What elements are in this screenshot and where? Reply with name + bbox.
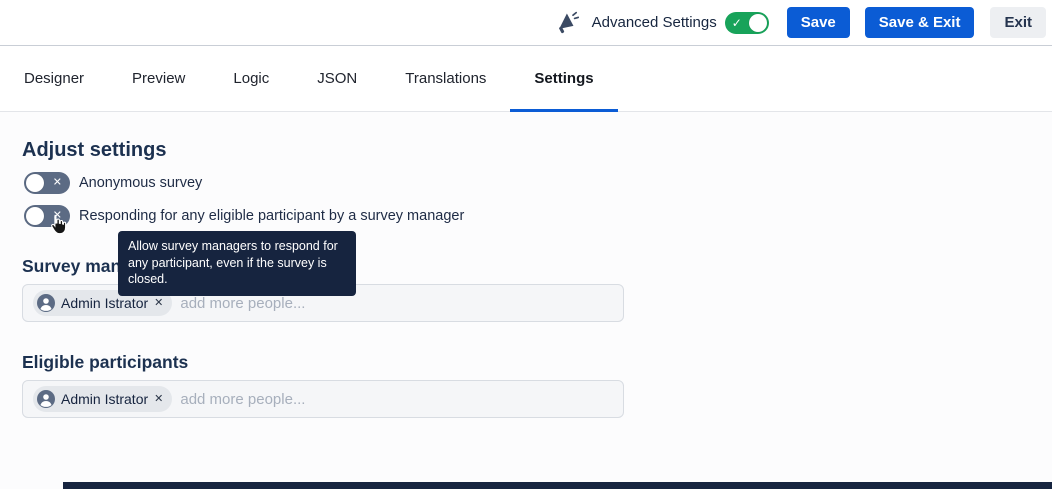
toggle-knob bbox=[26, 174, 44, 192]
tab-settings[interactable]: Settings bbox=[510, 46, 617, 111]
hand-pointer-icon bbox=[47, 214, 69, 236]
anonymous-survey-row: ✕ Anonymous survey bbox=[24, 172, 202, 194]
person-icon bbox=[37, 390, 55, 408]
person-tag-name: Admin Istrator bbox=[61, 391, 148, 407]
horizontal-scrollbar-thumb[interactable] bbox=[63, 482, 1052, 489]
save-and-exit-button[interactable]: Save & Exit bbox=[865, 7, 975, 38]
person-tag: Admin Istrator ✕ bbox=[33, 386, 172, 412]
anonymous-survey-toggle[interactable]: ✕ bbox=[24, 172, 70, 194]
check-icon: ✓ bbox=[732, 17, 742, 29]
toggle-knob bbox=[749, 14, 767, 32]
tab-bar: Designer Preview Logic JSON Translations… bbox=[0, 46, 1052, 112]
adjust-settings-heading: Adjust settings bbox=[22, 139, 166, 162]
manager-responding-label: Responding for any eligible participant … bbox=[79, 208, 464, 224]
tab-translations[interactable]: Translations bbox=[381, 46, 510, 111]
person-tag-name: Admin Istrator bbox=[61, 295, 148, 311]
survey-settings-page: Advanced Settings ✓ Save Save & Exit Exi… bbox=[0, 0, 1052, 489]
tab-preview[interactable]: Preview bbox=[108, 46, 209, 111]
toggle-knob bbox=[26, 207, 44, 225]
tab-logic[interactable]: Logic bbox=[209, 46, 293, 111]
tab-designer[interactable]: Designer bbox=[0, 46, 108, 111]
top-action-bar: Advanced Settings ✓ Save Save & Exit Exi… bbox=[0, 0, 1052, 46]
manager-responding-row: ✕ Responding for any eligible participan… bbox=[24, 205, 464, 227]
anonymous-survey-label: Anonymous survey bbox=[79, 175, 202, 191]
remove-tag-icon[interactable]: ✕ bbox=[154, 394, 163, 405]
megaphone-icon bbox=[554, 10, 580, 36]
tab-json[interactable]: JSON bbox=[293, 46, 381, 111]
advanced-settings-toggle[interactable]: ✓ bbox=[725, 12, 769, 34]
cross-icon: ✕ bbox=[53, 178, 62, 189]
advanced-settings-label: Advanced Settings bbox=[592, 14, 717, 31]
eligible-participants-heading: Eligible participants bbox=[22, 352, 188, 373]
settings-panel: Adjust settings ✕ Anonymous survey ✕ Res… bbox=[0, 112, 1052, 489]
save-button[interactable]: Save bbox=[787, 7, 850, 38]
toggle-tooltip: Allow survey managers to respond for any… bbox=[118, 231, 356, 296]
remove-tag-icon[interactable]: ✕ bbox=[154, 298, 163, 309]
add-people-placeholder: add more people... bbox=[180, 391, 305, 408]
exit-button[interactable]: Exit bbox=[990, 7, 1046, 38]
eligible-participants-input[interactable]: Admin Istrator ✕ add more people... bbox=[22, 380, 624, 418]
add-people-placeholder: add more people... bbox=[180, 295, 305, 312]
person-icon bbox=[37, 294, 55, 312]
